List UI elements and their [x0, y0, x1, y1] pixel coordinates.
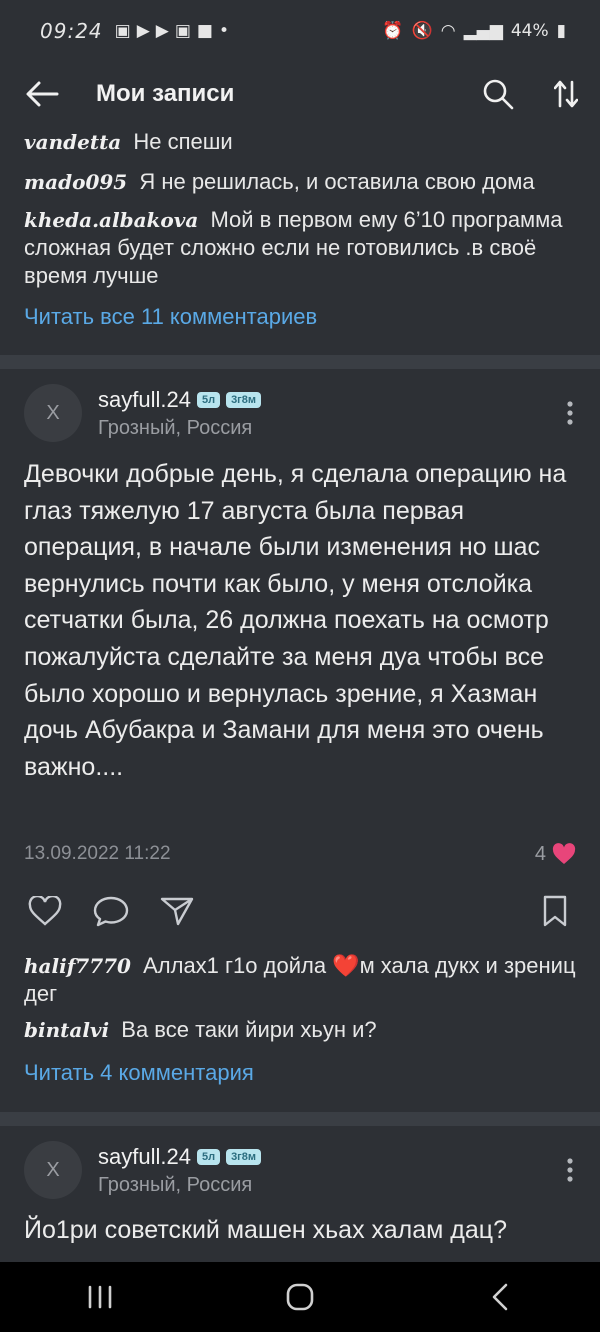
post-menu-button[interactable]	[540, 383, 600, 443]
share-button[interactable]	[150, 886, 204, 936]
send-arrow-icon	[160, 897, 194, 926]
wifi-icon: ◠	[440, 21, 456, 41]
home-icon	[286, 1283, 314, 1311]
more-vertical-icon	[567, 1158, 573, 1182]
read-all-comments-link[interactable]: Читать все 11 комментариев	[0, 304, 600, 330]
post-divider	[0, 1112, 600, 1126]
post-divider	[0, 355, 600, 369]
back-nav-button[interactable]	[460, 1267, 540, 1327]
youtube-icon-2: ▶	[155, 21, 169, 41]
heart-filled-icon	[552, 843, 576, 864]
post-meta: 13.09.2022 11:22 4	[24, 840, 576, 868]
like-count: 4	[535, 843, 576, 866]
like-button[interactable]	[18, 886, 72, 936]
author-name[interactable]: sayfull.24	[98, 1144, 191, 1170]
more-vertical-icon	[567, 401, 573, 425]
app-bar: Мои записи	[0, 62, 600, 126]
comment-username[interactable]: vandetta	[24, 130, 121, 154]
comment-username[interactable]: halif7770	[24, 954, 131, 978]
like-count-value: 4	[534, 842, 546, 865]
chevron-left-icon	[492, 1283, 508, 1311]
system-icons: ⏰ 🔇 ◠ ▂▄▆ 44% ▮	[382, 21, 566, 41]
comment[interactable]: halif7770 Аллах1 г1о дойла ❤️м хала дукх…	[0, 952, 600, 1008]
search-button[interactable]	[464, 62, 532, 126]
comment-text: Я не решилась, и оставила свою дома	[139, 169, 535, 194]
avatar[interactable]: X	[24, 384, 82, 442]
battery-icon: ▮	[556, 21, 566, 41]
comment-username[interactable]: bintalvi	[24, 1018, 109, 1042]
alarm-icon: ⏰	[382, 21, 404, 41]
comment[interactable]: kheda.albakova Мой в первом ему 6’10 про…	[0, 206, 600, 290]
kids-badge: 3г8м	[226, 1148, 262, 1165]
post-header: X sayfull.24 5л 3г8м Грозный, Россия	[24, 381, 600, 445]
post-actions	[18, 886, 582, 936]
mute-icon: 🔇	[411, 21, 433, 41]
kids-badge: 3г8м	[226, 391, 262, 408]
bookmark-button[interactable]	[528, 886, 582, 936]
avatar[interactable]: X	[24, 1141, 82, 1199]
post-header: X sayfull.24 5л 3г8м Грозный, Россия	[24, 1138, 600, 1202]
back-button[interactable]	[0, 62, 84, 126]
system-nav-bar	[0, 1262, 600, 1332]
page-title: Мои записи	[96, 80, 235, 107]
status-bar: 09:24 ▣ ▶ ▶ ▣ ■ • ⏰ 🔇 ◠ ▂▄▆ 44% ▮	[0, 0, 600, 62]
years-badge: 5л	[196, 1148, 221, 1165]
sort-arrows-icon	[554, 80, 578, 108]
author-location: Грозный, Россия	[98, 1173, 253, 1196]
home-button[interactable]	[260, 1267, 340, 1327]
arrow-left-icon	[26, 81, 59, 107]
youtube-icon: ▶	[136, 21, 150, 41]
post-comments: halif7770 Аллах1 г1о дойла ❤️м хала дукх…	[0, 952, 600, 1086]
notification-icons: ▣ ▶ ▶ ▣ ■ •	[115, 21, 229, 41]
post-date: 13.09.2022 11:22	[24, 843, 171, 864]
comment-text: Ва все таки йири хьун и?	[121, 1017, 377, 1042]
previous-post-comments: vandetta Не спеши mado095 Я не решилась,…	[0, 128, 600, 330]
read-all-comments-link[interactable]: Читать 4 комментария	[0, 1060, 600, 1086]
comment-text: Не спеши	[133, 129, 233, 154]
author-location: Грозный, Россия	[98, 416, 253, 439]
sort-button[interactable]	[532, 62, 600, 126]
speech-bubble-icon	[93, 896, 129, 927]
more-notifications-dot-icon: •	[218, 21, 230, 41]
comment-username[interactable]: kheda.albakova	[24, 208, 198, 232]
signal-icon: ▂▄▆	[463, 21, 503, 41]
bookmark-icon	[543, 895, 567, 927]
comment-username[interactable]: mado095	[24, 170, 127, 194]
app-notification-icon-2: ▣	[174, 21, 191, 41]
recent-apps-button[interactable]	[60, 1267, 140, 1327]
app-notification-icon: ▣	[114, 21, 131, 41]
comment[interactable]: bintalvi Ва все таки йири хьун и?	[0, 1016, 600, 1044]
recent-apps-icon	[88, 1285, 112, 1309]
comment[interactable]: vandetta Не спеши	[0, 128, 600, 164]
search-icon	[483, 79, 514, 110]
post-menu-button[interactable]	[540, 1140, 600, 1200]
post-text[interactable]: Йо1ри советский машен хьах халам дац?	[24, 1212, 576, 1249]
comment-button[interactable]	[84, 886, 138, 936]
heart-outline-icon	[28, 896, 62, 926]
status-time: 09:24	[40, 19, 103, 43]
post-text[interactable]: Девочки добрые день, я сделала операцию …	[24, 456, 576, 785]
folder-icon: ■	[196, 21, 213, 41]
years-badge: 5л	[196, 391, 221, 408]
battery-percent: 44%	[510, 21, 549, 41]
author-name[interactable]: sayfull.24	[98, 387, 191, 413]
comment[interactable]: mado095 Я не решилась, и оставила свою д…	[0, 168, 600, 204]
